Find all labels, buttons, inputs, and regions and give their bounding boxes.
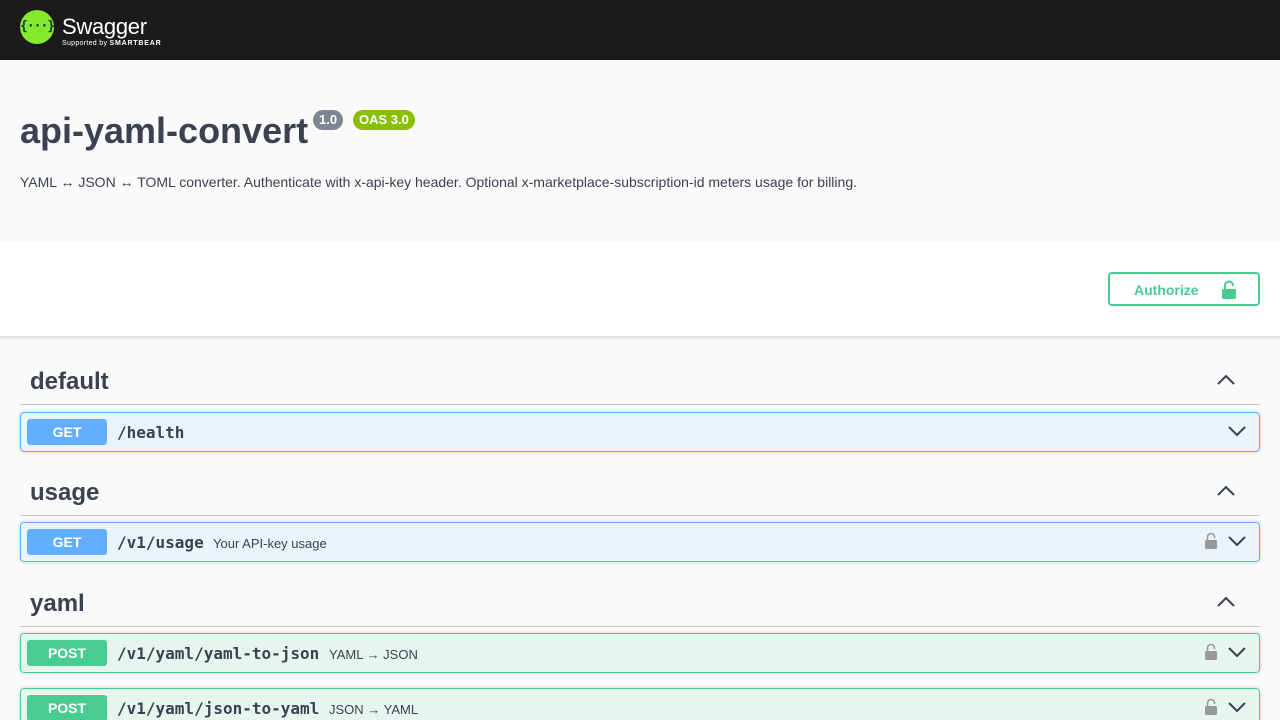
tag-name: yaml xyxy=(30,590,85,617)
method-badge: GET xyxy=(27,419,107,445)
swagger-logo-icon: {···} xyxy=(20,10,55,44)
tag-section-usage: usage GET /v1/usage Your API-key usage xyxy=(20,466,1260,562)
chevron-down-icon[interactable] xyxy=(1227,700,1247,714)
logo-glyph: {···} xyxy=(20,19,55,34)
logo-name: Swagger xyxy=(62,14,147,39)
chevron-up-icon[interactable] xyxy=(1216,593,1236,609)
operation-path: /v1/yaml/json-to-yaml xyxy=(117,699,320,718)
swagger-logo[interactable]: {···} Swagger Supported by SMARTBEAR xyxy=(20,10,180,50)
tag-header-usage[interactable]: usage xyxy=(20,466,1260,516)
logo-sub-brand: SMARTBEAR xyxy=(109,40,162,47)
authorize-button[interactable]: Authorize xyxy=(1108,272,1260,306)
chevron-down-icon[interactable] xyxy=(1227,534,1247,548)
method-badge: POST xyxy=(27,640,107,666)
scheme-container: Authorize xyxy=(0,242,1280,337)
logo-sub-prefix: Supported by xyxy=(62,40,108,47)
operation-post-json-to-yaml[interactable]: POST /v1/yaml/json-to-yaml JSON → YAML xyxy=(20,688,1260,720)
method-badge: POST xyxy=(27,695,107,720)
tag-name: usage xyxy=(30,479,100,506)
page-title: api-yaml-convert xyxy=(20,110,309,151)
api-description: YAML ↔ JSON ↔ TOML converter. Authentica… xyxy=(20,174,857,190)
operation-get-usage[interactable]: GET /v1/usage Your API-key usage xyxy=(20,522,1260,562)
logo-subtitle: Supported by SMARTBEAR xyxy=(62,40,161,47)
top-bar: {···} Swagger Supported by SMARTBEAR xyxy=(0,0,1280,60)
operation-path: /v1/yaml/yaml-to-json xyxy=(117,644,320,663)
operation-summary: JSON → YAML xyxy=(329,702,419,717)
tag-section-yaml: yaml POST /v1/yaml/yaml-to-json YAML → J… xyxy=(20,577,1260,720)
authorize-label: Authorize xyxy=(1134,282,1199,298)
oas-badge: OAS 3.0 xyxy=(353,110,415,130)
chevron-up-icon[interactable] xyxy=(1216,482,1236,498)
tag-header-default[interactable]: default xyxy=(20,355,1260,405)
operation-post-yaml-to-json[interactable]: POST /v1/yaml/yaml-to-json YAML → JSON xyxy=(20,633,1260,673)
operation-get-health[interactable]: GET /health xyxy=(20,412,1260,452)
operation-summary: Your API-key usage xyxy=(213,536,327,551)
lock-icon[interactable] xyxy=(1204,532,1218,550)
chevron-down-icon[interactable] xyxy=(1227,645,1247,659)
chevron-down-icon[interactable] xyxy=(1227,424,1247,438)
operation-path: /health xyxy=(117,423,185,442)
unlocked-icon xyxy=(1222,280,1236,299)
chevron-up-icon[interactable] xyxy=(1216,371,1236,387)
lock-icon[interactable] xyxy=(1204,698,1218,716)
tag-section-default: default GET /health xyxy=(20,355,1260,452)
operation-summary: YAML → JSON xyxy=(329,647,418,662)
operation-path: /v1/usage xyxy=(117,533,204,552)
version-badge: 1.0 xyxy=(313,110,344,130)
tag-name: default xyxy=(30,368,109,395)
method-badge: GET xyxy=(27,529,107,555)
lock-icon[interactable] xyxy=(1204,643,1218,661)
tag-header-yaml[interactable]: yaml xyxy=(20,577,1260,627)
api-info: api-yaml-convert 1.0 OAS 3.0 YAML ↔ JSON… xyxy=(0,60,1280,242)
